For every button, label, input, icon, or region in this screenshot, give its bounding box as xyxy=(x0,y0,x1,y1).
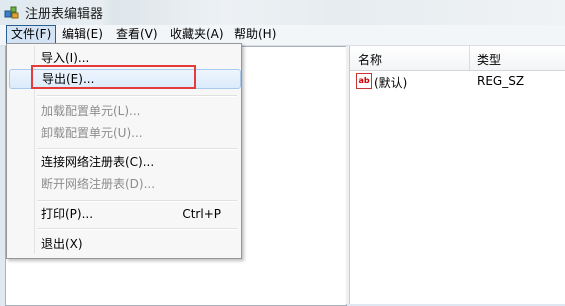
menu-item-label: 断开网络注册表(D)... xyxy=(41,177,156,191)
list-column-header: 名称 类型 xyxy=(350,46,565,71)
menu-favorites[interactable]: 收藏夹(A) xyxy=(166,26,228,43)
menu-item-print[interactable]: 打印(P)... Ctrl+P xyxy=(9,204,239,224)
menu-item-label: 加载配置单元(L)... xyxy=(41,104,141,118)
window-title: 注册表编辑器 xyxy=(25,7,104,22)
menu-view[interactable]: 查看(V) xyxy=(112,26,162,43)
menu-item-load-hive[interactable]: 加载配置单元(L)... xyxy=(9,101,239,121)
menu-item-shortcut: Ctrl+P xyxy=(182,207,221,221)
menu-item-label: 连接网络注册表(C)... xyxy=(41,155,155,169)
value-list-pane[interactable]: 名称 类型 ab (默认) REG_SZ xyxy=(350,46,565,304)
menu-separator xyxy=(37,200,237,202)
menu-item-label: 打印(P)... xyxy=(41,207,94,221)
menu-separator xyxy=(37,148,237,150)
menu-help[interactable]: 帮助(H) xyxy=(230,26,280,43)
menu-item-unload-hive[interactable]: 卸载配置单元(U)... xyxy=(9,123,239,143)
column-type-header[interactable]: 类型 xyxy=(477,51,501,68)
ab-string-icon: ab xyxy=(356,73,372,89)
menu-separator xyxy=(37,228,237,230)
menu-item-label: 卸载配置单元(U)... xyxy=(41,126,143,140)
menu-item-disconnect-network-registry[interactable]: 断开网络注册表(D)... xyxy=(9,174,239,194)
column-name-header[interactable]: 名称 xyxy=(358,51,382,68)
menu-item-connect-network-registry[interactable]: 连接网络注册表(C)... xyxy=(9,152,239,172)
annotation-highlight-box xyxy=(31,65,196,89)
list-item[interactable]: ab (默认) REG_SZ xyxy=(350,72,565,90)
menu-separator xyxy=(37,95,237,97)
menu-item-exit[interactable]: 退出(X) xyxy=(9,234,239,254)
value-name: (默认) xyxy=(374,76,408,90)
menu-item-label: 退出(X) xyxy=(41,237,83,251)
menu-file[interactable]: 文件(F) xyxy=(6,25,57,44)
title-bar: 注册表编辑器 xyxy=(0,0,565,24)
menu-edit[interactable]: 编辑(E) xyxy=(58,26,107,43)
value-type: REG_SZ xyxy=(477,74,525,88)
regedit-app-icon xyxy=(4,4,20,20)
column-divider[interactable] xyxy=(469,46,470,70)
